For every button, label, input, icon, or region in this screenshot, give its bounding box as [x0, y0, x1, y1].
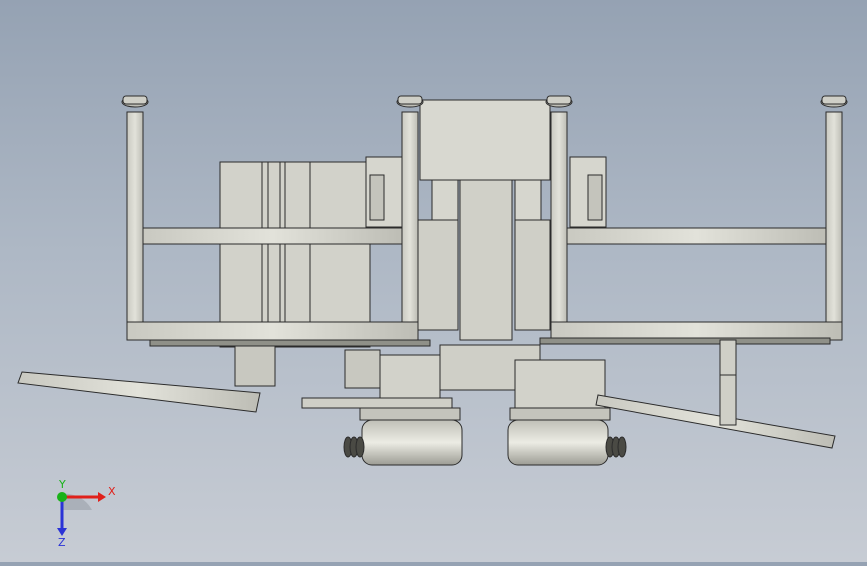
conveyor-arm-left [17, 371, 261, 413]
y-axis-point [57, 492, 67, 502]
conveyor-arm-right [595, 394, 836, 449]
z-axis-arrowhead [57, 528, 67, 536]
roller-left [361, 419, 463, 466]
post-left-inner [401, 111, 419, 338]
center-column [459, 179, 513, 341]
crossbar-right [566, 227, 827, 245]
cad-viewport[interactable] [0, 0, 867, 562]
base-rail-left [126, 321, 419, 341]
post-right-outer [825, 111, 843, 338]
coordinate-triad: X Y Z [40, 478, 120, 549]
post-left-outer [126, 111, 144, 338]
crossbar-left [142, 227, 403, 245]
post-right-inner [550, 111, 568, 338]
base-rail-right [550, 321, 843, 341]
roller-right [507, 419, 609, 466]
x-axis-arrowhead [98, 492, 106, 502]
machine-assembly-model [17, 95, 848, 466]
top-housing [419, 99, 551, 181]
axis-triad-graphic: X Y Z [57, 478, 116, 549]
y-axis-label: Y [58, 480, 66, 491]
z-axis-label: Z [58, 536, 66, 546]
lower-platform [301, 397, 453, 409]
rear-panel-left [219, 161, 371, 348]
cylinder-left [431, 179, 459, 221]
x-axis-label: X [108, 485, 116, 498]
cylinder-right [514, 179, 542, 221]
